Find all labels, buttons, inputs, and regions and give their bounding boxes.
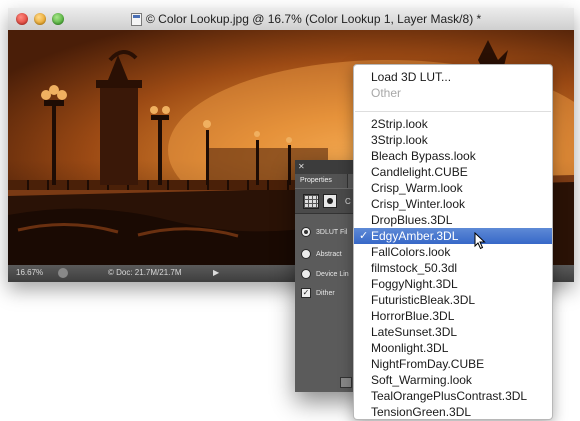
menu-item-label: Bleach Bypass.look bbox=[371, 149, 476, 163]
menu-item-lut[interactable]: FallColors.look bbox=[354, 244, 552, 260]
menu-item-label: Soft_Warming.look bbox=[371, 373, 472, 387]
menu-item-label: filmstock_50.3dl bbox=[371, 261, 458, 275]
lut-dropdown-menu: Load 3D LUT... Other 2Strip.look 3Strip.… bbox=[353, 64, 553, 420]
menu-item-lut[interactable]: FuturisticBleak.3DL bbox=[354, 292, 552, 308]
menu-item-other: Other bbox=[354, 85, 552, 101]
document-icon bbox=[131, 13, 142, 26]
layer-mask-icon[interactable] bbox=[323, 194, 337, 208]
menu-item-lut[interactable]: filmstock_50.3dl bbox=[354, 260, 552, 276]
adjustment-name: C bbox=[345, 197, 351, 206]
menu-item-label: Crisp_Warm.look bbox=[371, 181, 463, 195]
option-label: Dither bbox=[316, 289, 335, 297]
menu-item-lut[interactable]: 2Strip.look bbox=[354, 116, 552, 132]
menu-item-lut-selected[interactable]: ✓ EdgyAmber.3DL bbox=[354, 228, 552, 244]
radio-3dlut[interactable] bbox=[301, 227, 311, 237]
option-abstract[interactable]: Abstract bbox=[301, 249, 342, 259]
option-dither[interactable]: ✓ Dither bbox=[301, 288, 335, 298]
menu-item-label: FallColors.look bbox=[371, 245, 451, 259]
menu-item-lut[interactable]: 3Strip.look bbox=[354, 132, 552, 148]
menu-item-label: DropBlues.3DL bbox=[371, 213, 453, 227]
menu-item-label: FuturisticBleak.3DL bbox=[371, 293, 476, 307]
menu-item-lut[interactable]: TensionGreen.3DL bbox=[354, 404, 552, 420]
menu-item-lut[interactable]: FoggyNight.3DL bbox=[354, 276, 552, 292]
menu-item-lut[interactable]: Moonlight.3DL bbox=[354, 340, 552, 356]
menu-item-lut[interactable]: TealOrangePlusContrast.3DL bbox=[354, 388, 552, 404]
menu-item-lut[interactable]: Candlelight.CUBE bbox=[354, 164, 552, 180]
checkmark-icon: ✓ bbox=[359, 230, 369, 242]
window-title: © Color Lookup.jpg @ 16.7% (Color Lookup… bbox=[146, 12, 482, 26]
status-menu-arrow-icon[interactable]: ▶ bbox=[213, 268, 219, 277]
tab-properties[interactable]: Properties bbox=[295, 174, 348, 188]
menu-item-label: LateSunset.3DL bbox=[371, 325, 458, 339]
menu-item-label: EdgyAmber.3DL bbox=[371, 229, 459, 243]
tab-properties-label: Properties bbox=[300, 177, 332, 184]
radio-abstract[interactable] bbox=[301, 249, 311, 259]
menu-item-label: 2Strip.look bbox=[371, 117, 428, 131]
menu-item-label: Moonlight.3DL bbox=[371, 341, 449, 355]
minimize-window-button[interactable] bbox=[34, 13, 46, 25]
menu-item-label: Load 3D LUT... bbox=[371, 70, 452, 84]
menu-item-lut[interactable]: DropBlues.3DL bbox=[354, 212, 552, 228]
menu-item-label: TealOrangePlusContrast.3DL bbox=[371, 389, 528, 403]
option-device-link[interactable]: Device Lin bbox=[301, 269, 349, 279]
menu-item-label: Other bbox=[371, 86, 402, 100]
status-info-icon bbox=[58, 268, 68, 278]
zoom-level[interactable]: 16.67% bbox=[16, 268, 43, 277]
color-lookup-grid-icon[interactable] bbox=[303, 194, 319, 209]
menu-item-lut[interactable]: Soft_Warming.look bbox=[354, 372, 552, 388]
document-size: © Doc: 21.7M/21.7M bbox=[108, 268, 182, 277]
zoom-window-button[interactable] bbox=[52, 13, 64, 25]
option-label: Abstract bbox=[316, 250, 342, 258]
close-window-button[interactable] bbox=[16, 13, 28, 25]
menu-item-label: 3Strip.look bbox=[371, 133, 428, 147]
option-3dlut-file[interactable]: 3DLUT Fil bbox=[301, 227, 347, 237]
mouse-cursor-icon bbox=[474, 232, 486, 250]
radio-device-link[interactable] bbox=[301, 269, 311, 279]
dither-checkbox[interactable]: ✓ bbox=[301, 288, 311, 298]
menu-item-label: FoggyNight.3DL bbox=[371, 277, 458, 291]
menu-item-label: Crisp_Winter.look bbox=[371, 197, 466, 211]
menu-item-label: NightFromDay.CUBE bbox=[371, 357, 485, 371]
menu-item-lut[interactable]: Crisp_Warm.look bbox=[354, 180, 552, 196]
close-icon[interactable]: ✕ bbox=[298, 162, 305, 171]
menu-item-lut[interactable]: HorrorBlue.3DL bbox=[354, 308, 552, 324]
menu-item-label: TensionGreen.3DL bbox=[371, 405, 472, 419]
menu-item-label: HorrorBlue.3DL bbox=[371, 309, 455, 323]
menu-item-label: Candlelight.CUBE bbox=[371, 165, 468, 179]
menu-separator bbox=[355, 111, 551, 112]
menu-item-lut[interactable]: LateSunset.3DL bbox=[354, 324, 552, 340]
option-label: Device Lin bbox=[316, 270, 349, 278]
menu-item-lut[interactable]: Crisp_Winter.look bbox=[354, 196, 552, 212]
title-bar[interactable]: © Color Lookup.jpg @ 16.7% (Color Lookup… bbox=[8, 8, 574, 31]
menu-item-lut[interactable]: NightFromDay.CUBE bbox=[354, 356, 552, 372]
clip-to-layer-icon[interactable] bbox=[340, 377, 352, 388]
option-label: 3DLUT Fil bbox=[316, 228, 348, 236]
menu-item-lut[interactable]: Bleach Bypass.look bbox=[354, 148, 552, 164]
menu-item-load-3d-lut[interactable]: Load 3D LUT... bbox=[354, 69, 552, 85]
